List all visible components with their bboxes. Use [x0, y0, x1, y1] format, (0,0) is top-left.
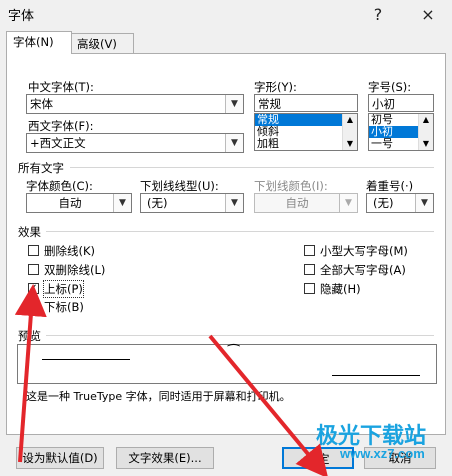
subscript-label: 下标(B) — [44, 300, 84, 314]
font-style-input[interactable]: 常规 — [254, 94, 358, 112]
emphasis-mark-value: (无) — [373, 196, 394, 210]
checkbox-box[interactable] — [28, 301, 39, 312]
font-color-select[interactable]: 自动 ▼ — [26, 193, 132, 213]
preview-heading: 预览 — [18, 329, 41, 343]
chevron-down-icon: ▼ — [225, 95, 243, 113]
underline-style-select[interactable]: (无) ▼ — [140, 193, 244, 213]
font-size-input[interactable]: 小初 — [368, 94, 434, 112]
font-style-label: 字形(Y): — [254, 80, 297, 94]
help-button[interactable]: ? — [364, 2, 392, 28]
western-font-select[interactable]: +西文正文 ▼ — [26, 133, 244, 153]
emphasis-mark-select[interactable]: (无) ▼ — [366, 193, 434, 213]
small-caps-label: 小型大写字母(M) — [320, 244, 408, 258]
font-style-list[interactable]: 常规 倾斜 加粗 ▲ ▼ — [254, 113, 358, 151]
scroll-down-icon[interactable]: ▼ — [343, 138, 357, 150]
all-caps-label: 全部大写字母(A) — [320, 263, 406, 277]
divider — [46, 231, 434, 232]
strikethrough-label: 删除线(K) — [44, 244, 96, 258]
checkbox-box[interactable]: ✓ — [28, 283, 39, 294]
font-info-note: 这是一种 TrueType 字体，同时适用于屏幕和打印机。 — [26, 390, 291, 403]
chevron-down-icon: ▼ — [339, 194, 357, 212]
underline-style-value: (无) — [147, 196, 168, 210]
chinese-font-select[interactable]: 宋体 ▼ — [26, 94, 244, 114]
chevron-down-icon: ▼ — [415, 194, 433, 212]
preview-box: ⁀ — [17, 344, 437, 384]
checkmark-icon: ✓ — [29, 283, 38, 294]
font-size-label: 字号(S): — [368, 80, 412, 94]
tab-font[interactable]: 字体(N) — [6, 31, 72, 54]
underline-color-select: 自动 ▼ — [254, 193, 358, 213]
hidden-label: 隐藏(H) — [320, 282, 361, 296]
set-default-button[interactable]: 设为默认值(D) — [16, 447, 104, 469]
scrollbar[interactable]: ▲ ▼ — [342, 114, 357, 150]
western-font-label: 西文字体(F): — [28, 119, 94, 133]
tab-advanced[interactable]: 高级(V) — [70, 33, 134, 54]
watermark-url: www.xz7.com — [340, 446, 425, 461]
all-text-heading: 所有文字 — [18, 161, 64, 175]
underline-color-label: 下划线颜色(I): — [254, 179, 328, 193]
text-effects-button[interactable]: 文字效果(E)... — [116, 447, 214, 469]
checkbox-box[interactable] — [304, 264, 315, 275]
font-color-label: 字体颜色(C): — [26, 179, 93, 193]
superscript-label: 上标(P) — [43, 280, 84, 298]
scrollbar[interactable]: ▲ ▼ — [418, 114, 433, 150]
font-size-list[interactable]: 初号 小初 一号 ▲ ▼ — [368, 113, 434, 151]
preview-sample-text: ⁀ — [228, 345, 240, 361]
dialog-title: 字体 — [8, 9, 35, 24]
divider — [70, 167, 434, 168]
chinese-font-label: 中文字体(T): — [28, 80, 94, 94]
scroll-up-icon[interactable]: ▲ — [343, 114, 357, 126]
double-strikethrough-label: 双删除线(L) — [44, 263, 106, 277]
preview-baseline — [332, 375, 420, 376]
western-font-value: +西文正文 — [30, 136, 86, 150]
scroll-down-icon[interactable]: ▼ — [419, 138, 433, 150]
checkbox-box[interactable] — [28, 264, 39, 275]
preview-baseline — [42, 359, 130, 360]
checkbox-box[interactable] — [304, 245, 315, 256]
scroll-up-icon[interactable]: ▲ — [419, 114, 433, 126]
font-color-value: 自动 — [58, 196, 82, 210]
chinese-font-value: 宋体 — [30, 97, 53, 111]
checkbox-box[interactable] — [304, 283, 315, 294]
chevron-down-icon: ▼ — [113, 194, 131, 212]
checkbox-box[interactable] — [28, 245, 39, 256]
underline-color-value: 自动 — [285, 196, 309, 210]
close-button[interactable]: × — [414, 2, 442, 28]
effects-heading: 效果 — [18, 225, 41, 239]
chevron-down-icon: ▼ — [225, 194, 243, 212]
chevron-down-icon: ▼ — [225, 134, 243, 152]
underline-style-label: 下划线线型(U): — [140, 179, 219, 193]
emphasis-mark-label: 着重号(·) — [366, 179, 414, 193]
divider — [46, 335, 434, 336]
